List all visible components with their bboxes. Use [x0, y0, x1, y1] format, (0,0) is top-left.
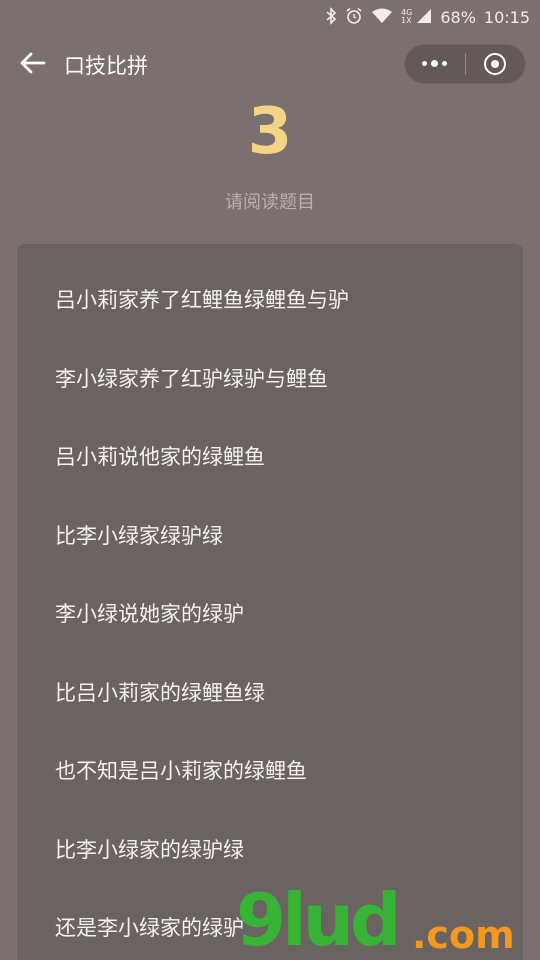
clock-time: 10:15	[483, 7, 530, 27]
page-title: 口技比拼	[64, 54, 148, 78]
signal-icon	[416, 8, 432, 27]
more-menu-button[interactable]	[405, 45, 465, 83]
alarm-icon	[345, 7, 363, 28]
network-bottom-label: 1X	[401, 16, 412, 25]
tongue-twister-line: 比李小绿家绿驴绿	[55, 524, 223, 548]
bluetooth-icon	[325, 6, 337, 28]
instruction-text: 请阅读题目	[225, 192, 315, 213]
close-mini-program-button[interactable]	[466, 45, 526, 83]
tongue-twister-line: 李小绿说她家的绿驴	[55, 602, 244, 626]
tongue-twister-line: 还是李小绿家的绿驴	[55, 916, 244, 940]
countdown-number: 3	[247, 95, 293, 169]
network-type-label: 4G 1X	[401, 9, 412, 25]
site-watermark: 9lud .com	[236, 880, 536, 960]
tongue-twister-line: 吕小莉说他家的绿鲤鱼	[55, 445, 265, 469]
tongue-twister-line: 也不知是吕小莉家的绿鲤鱼	[55, 759, 307, 783]
tongue-twister-line: 比吕小莉家的绿鲤鱼绿	[55, 681, 265, 705]
tongue-twister-card: 吕小莉家养了红鲤鱼绿鲤鱼与驴 李小绿家养了红驴绿驴与鲤鱼 吕小莉说他家的绿鲤鱼 …	[17, 244, 523, 960]
watermark-logo: 9lud	[236, 878, 402, 960]
back-button[interactable]	[18, 48, 48, 78]
tongue-twister-line: 比李小绿家的绿驴绿	[55, 838, 244, 862]
target-circle-icon	[484, 53, 507, 75]
watermark-domain-suffix: .com	[412, 913, 515, 957]
arrow-left-icon	[20, 52, 46, 74]
battery-level: 68%	[440, 7, 476, 27]
wifi-icon	[371, 8, 393, 27]
status-bar: 4G 1X 68% 10:15	[0, 0, 540, 34]
navigation-bar: 口技比拼	[0, 40, 540, 88]
mini-program-capsule	[404, 44, 526, 84]
more-dots-icon	[422, 60, 448, 67]
tongue-twister-line: 吕小莉家养了红鲤鱼绿鲤鱼与驴	[55, 288, 349, 312]
tongue-twister-line: 李小绿家养了红驴绿驴与鲤鱼	[55, 367, 328, 391]
